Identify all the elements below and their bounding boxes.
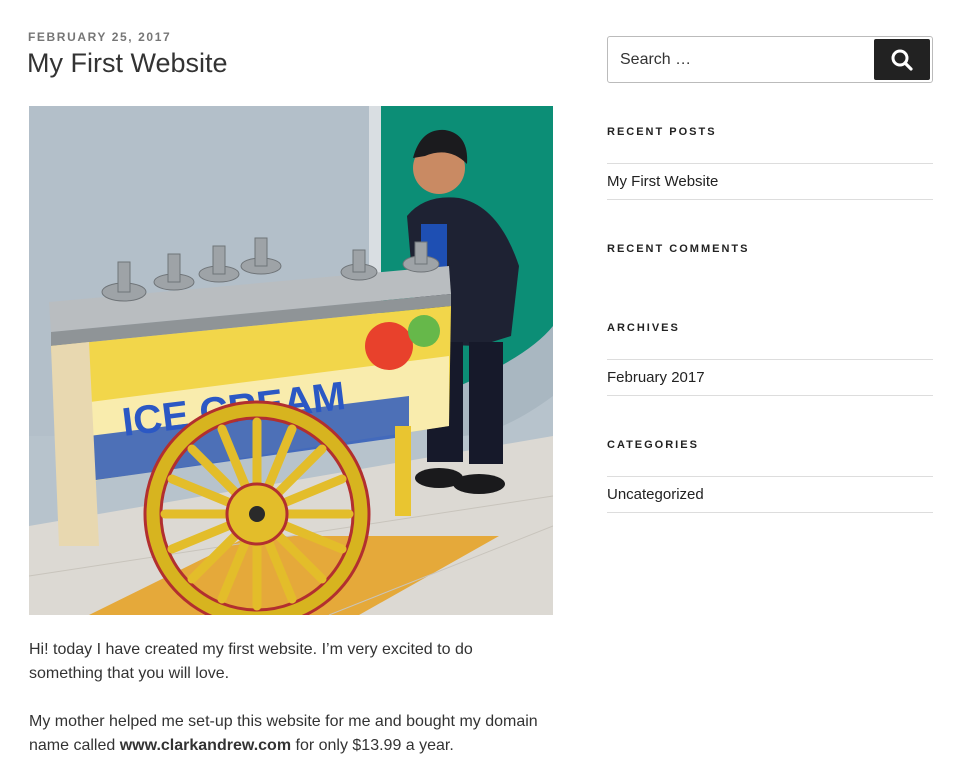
categories-list: Uncategorized — [607, 476, 933, 513]
post-featured-image: ICE CREAM — [29, 106, 553, 615]
search-icon — [891, 49, 913, 71]
post-paragraph: My mother helped me set-up this website … — [29, 710, 539, 758]
archive-link[interactable]: February 2017 — [607, 369, 705, 386]
archives-list: February 2017 — [607, 359, 933, 396]
recent-posts-list: My First Website — [607, 163, 933, 200]
recent-posts-title: RECENT POSTS — [607, 126, 717, 138]
recent-post-link[interactable]: My First Website — [607, 173, 718, 190]
post-paragraph: Hi! today I have created my first websit… — [29, 641, 473, 682]
post-content: Hi! today I have created my first websit… — [29, 638, 539, 782]
list-item: My First Website — [607, 164, 933, 200]
post-paragraph-text: for only $13.99 a year. — [291, 737, 454, 754]
post-date-link[interactable]: FEBRUARY 25, 2017 — [28, 30, 171, 44]
list-item: February 2017 — [607, 360, 933, 396]
search-input[interactable] — [608, 37, 874, 82]
recent-comments-title: RECENT COMMENTS — [607, 243, 750, 255]
search-button[interactable] — [874, 39, 930, 80]
ice-cream-cart-photo: ICE CREAM — [29, 106, 553, 615]
archives-title: ARCHIVES — [607, 322, 680, 334]
post-title[interactable]: My First Website — [27, 48, 228, 79]
search-form — [607, 36, 933, 83]
categories-title: CATEGORIES — [607, 439, 699, 451]
sidebar: RECENT POSTS My First Website RECENT COM… — [607, 36, 933, 513]
list-item: Uncategorized — [607, 477, 933, 513]
domain-name-text: www.clarkandrew.com — [119, 737, 292, 754]
category-link[interactable]: Uncategorized — [607, 486, 704, 503]
